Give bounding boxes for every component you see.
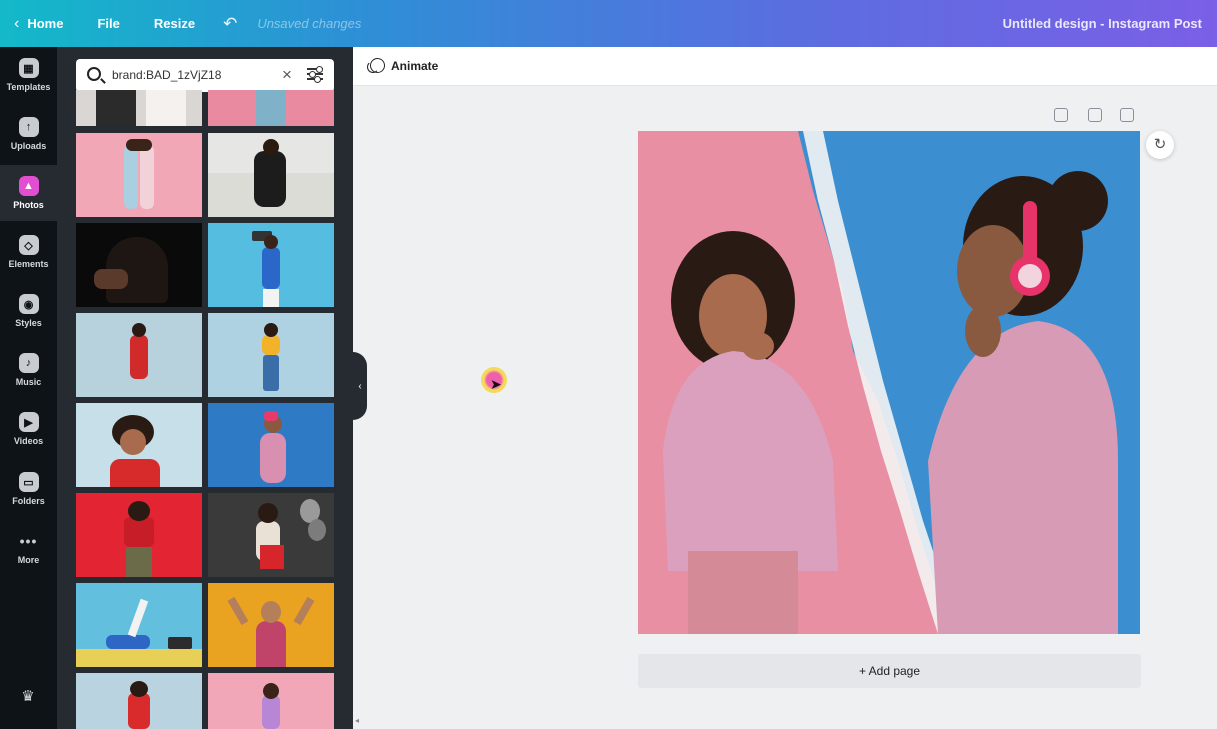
photo-thumbnail[interactable] <box>208 583 334 667</box>
rail-label: Templates <box>6 82 51 92</box>
rail-item-videos[interactable]: ▶ Videos <box>0 401 57 457</box>
music-icon: ♪ <box>18 353 39 373</box>
save-status: Unsaved changes <box>257 16 362 31</box>
animate-label: Animate <box>391 58 439 73</box>
rail-label: Elements <box>8 259 49 269</box>
photo-thumbnail[interactable] <box>208 133 334 217</box>
search-input[interactable]: brand:BAD_1zVjZ18 <box>112 68 221 82</box>
design-canvas[interactable] <box>638 131 1140 634</box>
search-icon <box>87 67 101 81</box>
photo-thumbnail[interactable] <box>208 493 334 577</box>
design-artwork <box>638 131 1140 634</box>
clear-icon[interactable]: × <box>282 65 292 85</box>
photo-thumbnail[interactable] <box>76 223 202 307</box>
rail-item-music[interactable]: ♪ Music <box>0 342 57 398</box>
photo-thumbnail[interactable] <box>208 673 334 729</box>
photo-thumbnail[interactable] <box>76 673 202 729</box>
rail-item-photos[interactable]: ▲ Photos <box>0 165 57 221</box>
animate-button[interactable]: Animate <box>367 58 439 73</box>
chevron-left-icon: ‹ <box>14 14 20 32</box>
elements-icon: ◇ <box>18 235 39 255</box>
more-icon: ••• <box>19 533 38 549</box>
photo-thumbnail[interactable] <box>76 90 202 126</box>
duplicate-page-icon[interactable] <box>1088 108 1102 122</box>
rail-label: Uploads <box>10 141 47 151</box>
home-button[interactable]: ‹ Home <box>14 0 63 47</box>
styles-icon: ◉ <box>18 294 39 314</box>
photo-thumbnail[interactable] <box>208 313 334 397</box>
photos-icon: ▲ <box>18 176 39 196</box>
photo-thumbnail[interactable] <box>76 133 202 217</box>
home-label: Home <box>27 16 64 31</box>
rail-label: More <box>17 555 40 565</box>
folders-icon: ▭ <box>18 472 39 492</box>
photos-panel: brand:BAD_1zVjZ18 × <box>57 47 353 729</box>
photo-thumbnail[interactable] <box>208 223 334 307</box>
file-menu[interactable]: File <box>97 16 119 31</box>
scroll-left-icon[interactable]: ◂ <box>355 716 359 725</box>
notes-icon[interactable] <box>1054 108 1068 122</box>
collapse-panel-button[interactable]: ‹ <box>353 352 367 420</box>
resize-menu[interactable]: Resize <box>154 16 195 31</box>
rail-label: Folders <box>12 496 45 506</box>
top-bar: ‹ Home File Resize ↶ Unsaved changes Unt… <box>0 0 1217 47</box>
rail-label: Videos <box>13 436 44 446</box>
videos-icon: ▶ <box>18 412 39 432</box>
rail-item-elements[interactable]: ◇ Elements <box>0 224 57 280</box>
left-rail: ▦ Templates ↑ Uploads ▲ Photos ◇ Element… <box>0 47 57 729</box>
mouse-pointer-icon: ➤ <box>490 376 502 392</box>
search-bar[interactable]: brand:BAD_1zVjZ18 × <box>76 59 334 92</box>
undo-icon[interactable]: ↶ <box>223 14 237 34</box>
templates-icon: ▦ <box>18 58 39 78</box>
photo-thumbnail[interactable] <box>208 90 334 126</box>
rail-label: Music <box>15 377 42 387</box>
photo-thumbnail[interactable] <box>76 313 202 397</box>
rail-item-uploads[interactable]: ↑ Uploads <box>0 106 57 162</box>
uploads-icon: ↑ <box>18 117 39 137</box>
chevron-left-icon: ‹ <box>358 380 362 392</box>
editor-toolbar: Animate <box>353 47 1217 86</box>
photo-thumbnail[interactable] <box>76 403 202 487</box>
add-page-icon[interactable] <box>1120 108 1134 122</box>
crown-icon[interactable]: ♛ <box>18 687 38 705</box>
animate-icon <box>367 58 385 73</box>
rail-item-folders[interactable]: ▭ Folders <box>0 461 57 517</box>
add-page-button[interactable]: + Add page <box>638 654 1141 688</box>
rail-label: Styles <box>15 318 42 328</box>
rail-label: Photos <box>13 200 44 210</box>
rail-item-more[interactable]: ••• More <box>0 520 57 576</box>
photo-thumbnail[interactable] <box>208 403 334 487</box>
refresh-icon[interactable]: ↻ <box>1146 131 1174 159</box>
photo-thumbnail[interactable] <box>76 493 202 577</box>
rail-item-templates[interactable]: ▦ Templates <box>0 47 57 103</box>
design-title[interactable]: Untitled design - Instagram Post <box>1003 16 1202 31</box>
filter-icon[interactable] <box>307 66 323 83</box>
rail-item-styles[interactable]: ◉ Styles <box>0 283 57 339</box>
photo-thumbnail[interactable] <box>76 583 202 667</box>
